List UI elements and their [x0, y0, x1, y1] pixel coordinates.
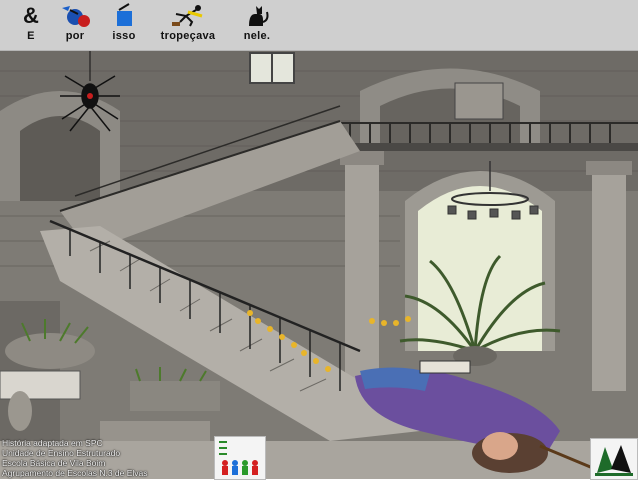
- credits-text: História adaptada em SPC Unidade de Ensi…: [2, 438, 212, 478]
- word-label: E: [27, 30, 35, 42]
- word-e[interactable]: & E: [12, 2, 50, 48]
- credit-line: Unidade de Ensino Estruturado: [2, 448, 121, 458]
- symbol-sentence-bar: & E por isso tropeçava nele.: [0, 0, 638, 51]
- tripping-person-icon: [172, 5, 203, 27]
- credit-line: História adaptada em SPC: [2, 438, 103, 448]
- agrupamento-logo: [590, 438, 638, 480]
- bomb-icon: [62, 6, 90, 27]
- castle-staircase-illustration: [0, 51, 638, 479]
- credit-line: Escola Básica de Vila Boim: [2, 458, 106, 468]
- word-label: isso: [112, 30, 136, 42]
- word-isso[interactable]: isso: [104, 2, 144, 48]
- school-logo: [214, 436, 266, 480]
- word-label: nele.: [243, 30, 271, 42]
- cat-icon: [249, 6, 269, 26]
- word-tropecava[interactable]: tropeçava: [150, 2, 226, 48]
- ampersand-icon: &: [23, 3, 39, 28]
- word-label: por: [65, 30, 85, 42]
- story-illustration: [0, 51, 638, 479]
- word-nele[interactable]: nele.: [232, 2, 282, 48]
- word-por[interactable]: por: [50, 2, 100, 48]
- emblem-icon: [595, 445, 633, 476]
- children-logo-icon: [219, 441, 258, 475]
- word-label: tropeçava: [160, 30, 216, 42]
- credit-line: Agrupamento de Escolas N.3 de Elvas: [2, 468, 148, 478]
- cup-icon: [117, 3, 132, 26]
